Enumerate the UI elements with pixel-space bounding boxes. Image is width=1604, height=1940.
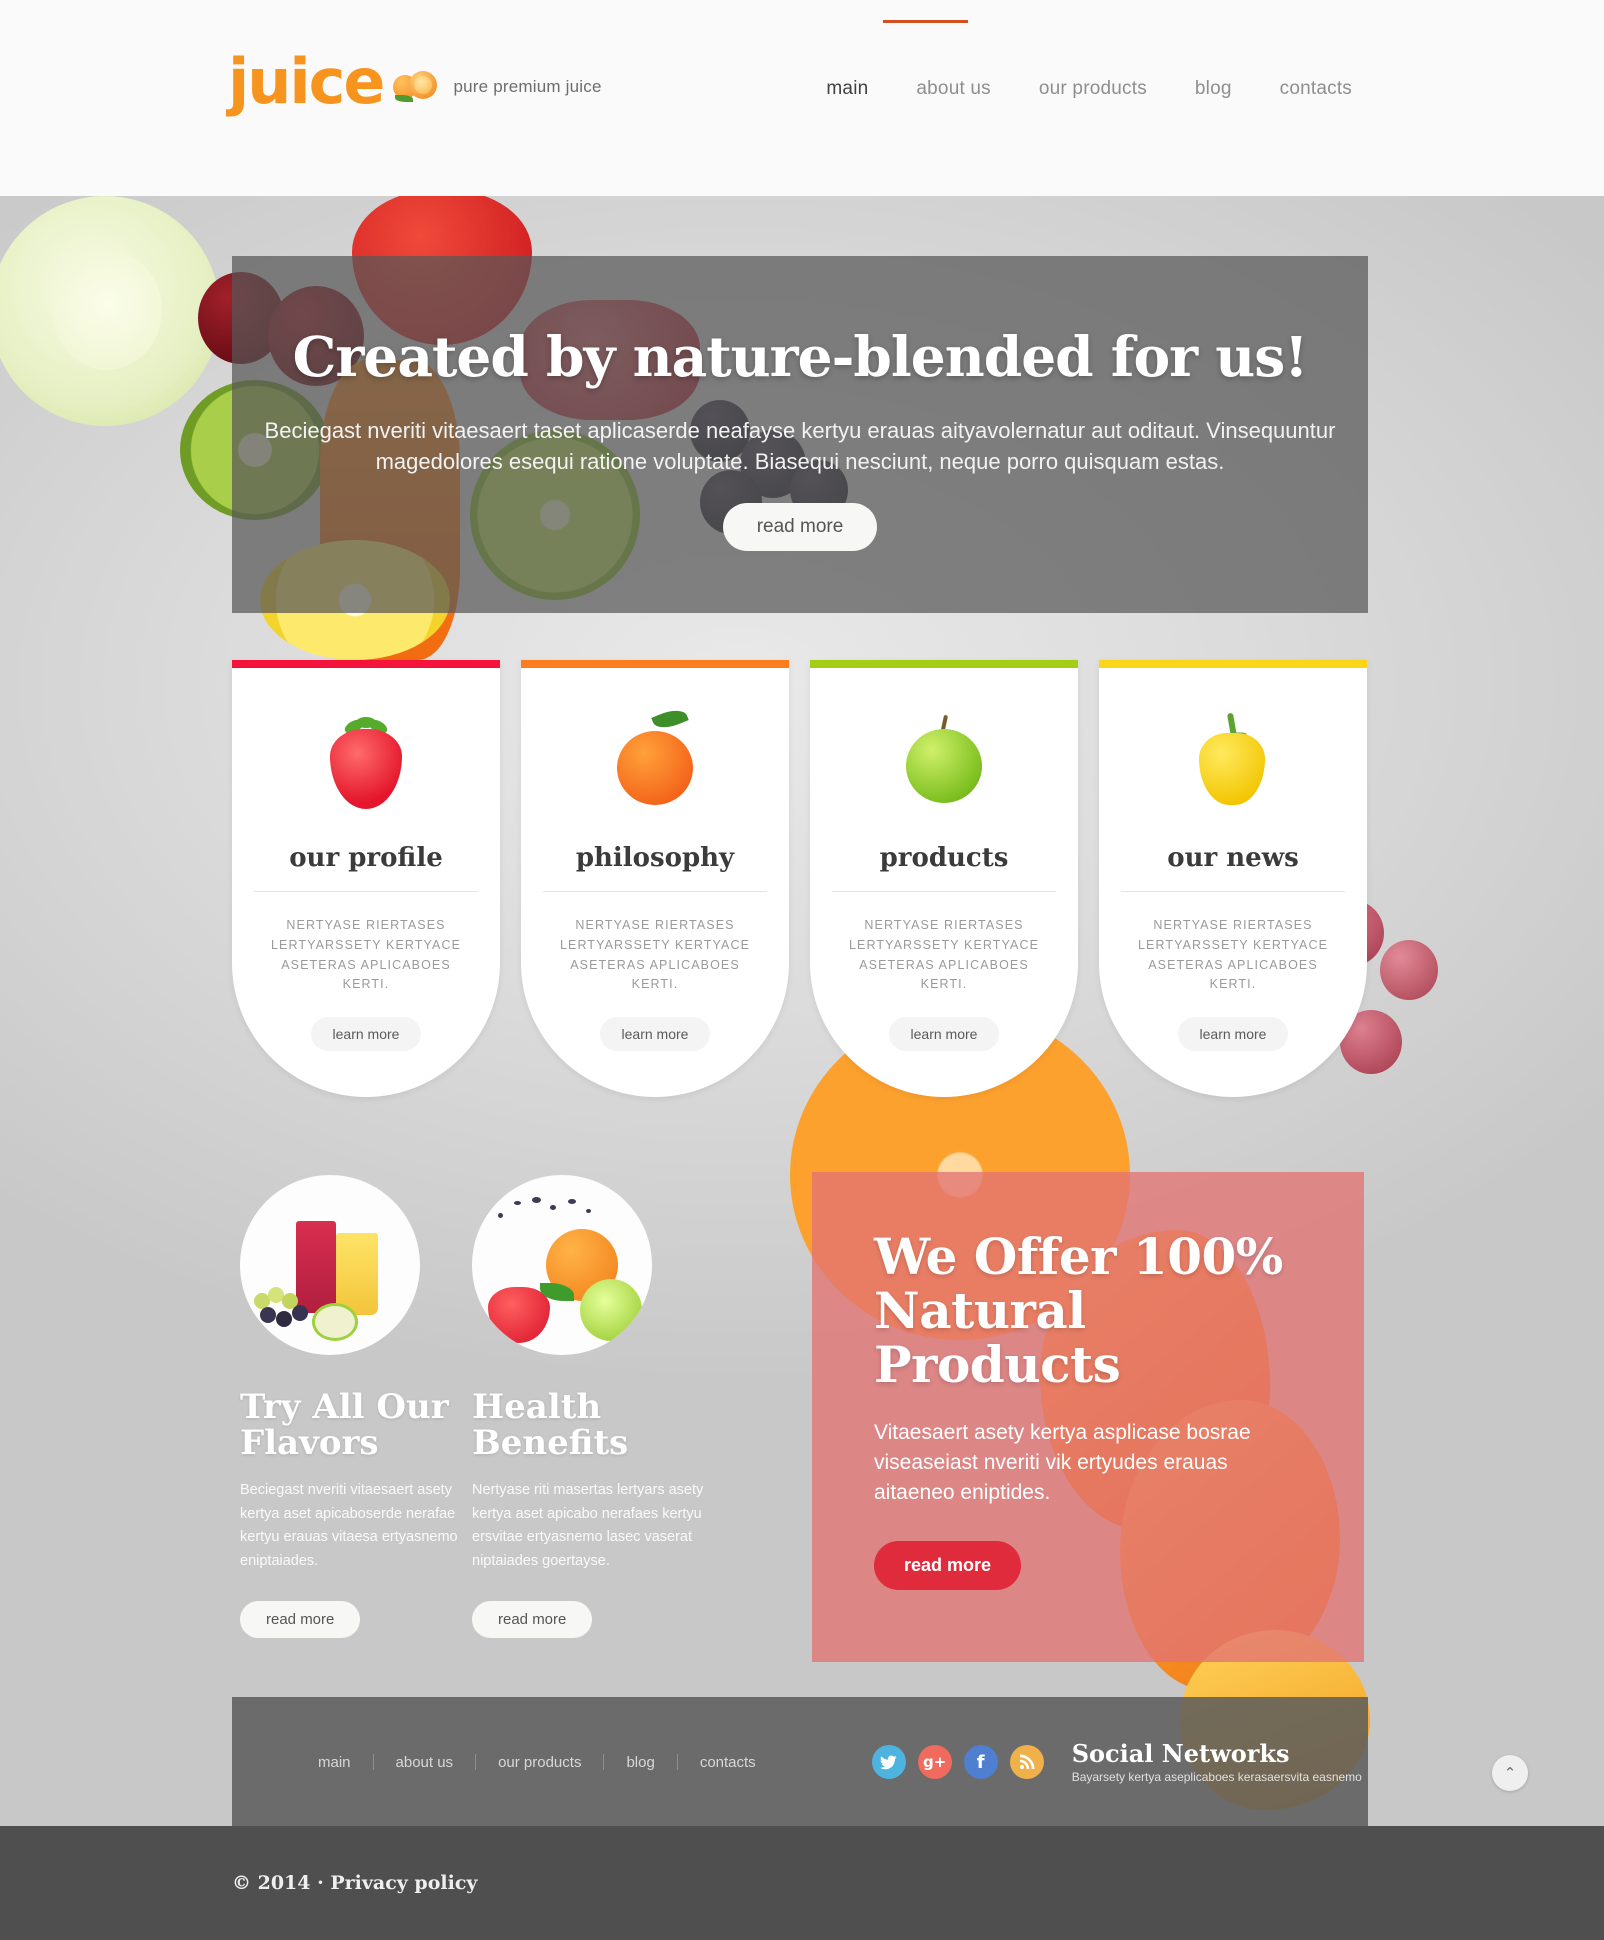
logo-text: juice [228, 45, 385, 118]
rss-icon[interactable] [1009, 1745, 1044, 1779]
page-root: juice pure premium juice main about us o… [0, 0, 1604, 1940]
card-learn-more-button[interactable]: learn more [1177, 1017, 1289, 1051]
card-learn-more-button[interactable]: learn more [888, 1017, 1000, 1051]
card-title: philosophy [575, 843, 735, 873]
card-accent-bar [1099, 660, 1367, 668]
content-columns: Try All Our Flavors Beciegast nveriti vi… [232, 1175, 1368, 1675]
card-accent-bar [232, 660, 500, 668]
card-description: NERTYASE RIERTASES LERTYARSSETY KERTYACE… [1137, 918, 1329, 992]
social-networks-subtitle: Bayarsety kertya aseplicaboes kerasaersv… [1071, 1769, 1362, 1784]
column-text: Beciegast nveriti vitaesaert asety kerty… [240, 1482, 458, 1569]
card-description: NERTYASE RIERTASES LERTYARSSETY KERTYACE… [848, 918, 1040, 992]
back-to-top-button[interactable]: ⌃ [1492, 1755, 1528, 1791]
column-health-benefits: Health Benefits Nertyase riti masertas l… [472, 1175, 717, 1638]
nav-item-about-us[interactable]: about us [892, 78, 1015, 100]
google-plus-glyph: g+ [923, 1753, 947, 1771]
column-read-more-button[interactable]: read more [472, 1601, 593, 1638]
site-header: juice pure premium juice main about us o… [0, 0, 1604, 196]
copyright-text-wrapper: © 2014 · Privacy policy [232, 1872, 477, 1894]
column-title: Health Benefits [472, 1387, 629, 1464]
footer-nav-main[interactable]: main [296, 1754, 373, 1771]
card-learn-more-button[interactable]: learn more [599, 1017, 711, 1051]
card-thumbnail [810, 668, 1078, 843]
apple-slice-icon [312, 1303, 358, 1341]
twitter-icon[interactable] [871, 1745, 906, 1779]
tangerine-icon [595, 703, 715, 823]
feature-card-our-profile[interactable]: our profile NERTYASE RIERTASES LERTYARSS… [232, 660, 500, 1097]
social-networks-text: Social Networks Bayarsety kertya aseplic… [1072, 1739, 1362, 1786]
nav-item-contacts[interactable]: contacts [1256, 78, 1376, 100]
juice-glasses-image [240, 1175, 420, 1355]
card-thumbnail [521, 668, 789, 843]
splash-icon [494, 1195, 614, 1235]
site-logo[interactable]: juice pure premium juice [228, 45, 602, 118]
nav-item-our-products[interactable]: our products [1015, 78, 1171, 100]
footer-nav-our-products[interactable]: our products [476, 1754, 603, 1771]
copyright-bar: © 2014 · Privacy policy [0, 1826, 1604, 1940]
column-try-all-our-flavors: Try All Our Flavors Beciegast nveriti vi… [240, 1175, 485, 1638]
facebook-icon[interactable]: f [963, 1745, 998, 1779]
footer-nav-contacts[interactable]: contacts [678, 1754, 778, 1771]
card-thumbnail [1099, 668, 1367, 843]
feature-card-products[interactable]: products NERTYASE RIERTASES LERTYARSSETY… [810, 660, 1078, 1097]
hero-title: Created by nature-blended for us! [292, 324, 1309, 389]
hero-read-more-button[interactable]: read more [722, 503, 878, 552]
card-description: NERTYASE RIERTASES LERTYARSSETY KERTYACE… [270, 918, 462, 992]
copyright-text: © 2014 · [232, 1872, 331, 1894]
hero-paragraph: Beciegast nveriti vitaesaert taset aplic… [264, 418, 1336, 475]
card-title: our profile [289, 843, 443, 873]
column-read-more-button[interactable]: read more [240, 1601, 361, 1638]
footer-nav-about-us[interactable]: about us [374, 1754, 476, 1771]
feature-card-philosophy[interactable]: philosophy NERTYASE RIERTASES LERTYARSSE… [521, 660, 789, 1097]
card-learn-more-button[interactable]: learn more [310, 1017, 422, 1051]
hero-banner: Created by nature-blended for us! Becieg… [232, 256, 1368, 613]
fruit-splash-image [472, 1175, 652, 1355]
strawberry-icon [306, 703, 426, 823]
nav-item-blog[interactable]: blog [1171, 78, 1256, 100]
yellow-pepper-icon [1173, 703, 1293, 823]
column-text: Nertyase riti masertas lertyars asety ke… [472, 1482, 704, 1569]
footer-navigation: main about us our products blog contacts [296, 1754, 778, 1771]
card-title: products [879, 843, 1009, 873]
nav-item-main[interactable]: main [802, 78, 892, 100]
card-accent-bar [810, 660, 1078, 668]
green-apple-icon [884, 703, 1004, 823]
logo-tagline: pure premium juice [453, 76, 602, 96]
feature-card-our-news[interactable]: our news NERTYASE RIERTASES LERTYARSSETY… [1099, 660, 1367, 1097]
orange-fruit-icon [393, 69, 439, 103]
main-navigation: main about us our products blog contacts [802, 78, 1376, 100]
social-networks-title: Social Networks [1071, 1738, 1290, 1768]
feature-cards: our profile NERTYASE RIERTASES LERTYARSS… [232, 660, 1368, 1100]
social-icons: g+ f [871, 1745, 1044, 1779]
card-thumbnail [232, 668, 500, 843]
card-accent-bar [521, 660, 789, 668]
grapes-icon [254, 1287, 310, 1333]
google-plus-icon[interactable]: g+ [917, 1745, 952, 1779]
top-accent-marker [883, 20, 968, 23]
card-title: our news [1167, 843, 1299, 873]
column-title: Try All Our Flavors [240, 1387, 449, 1464]
privacy-policy-link[interactable]: Privacy policy [330, 1872, 477, 1894]
facebook-glyph: f [976, 1751, 985, 1773]
card-description: NERTYASE RIERTASES LERTYARSSETY KERTYACE… [559, 918, 751, 992]
site-footer: main about us our products blog contacts… [232, 1697, 1368, 1827]
footer-nav-blog[interactable]: blog [604, 1754, 676, 1771]
